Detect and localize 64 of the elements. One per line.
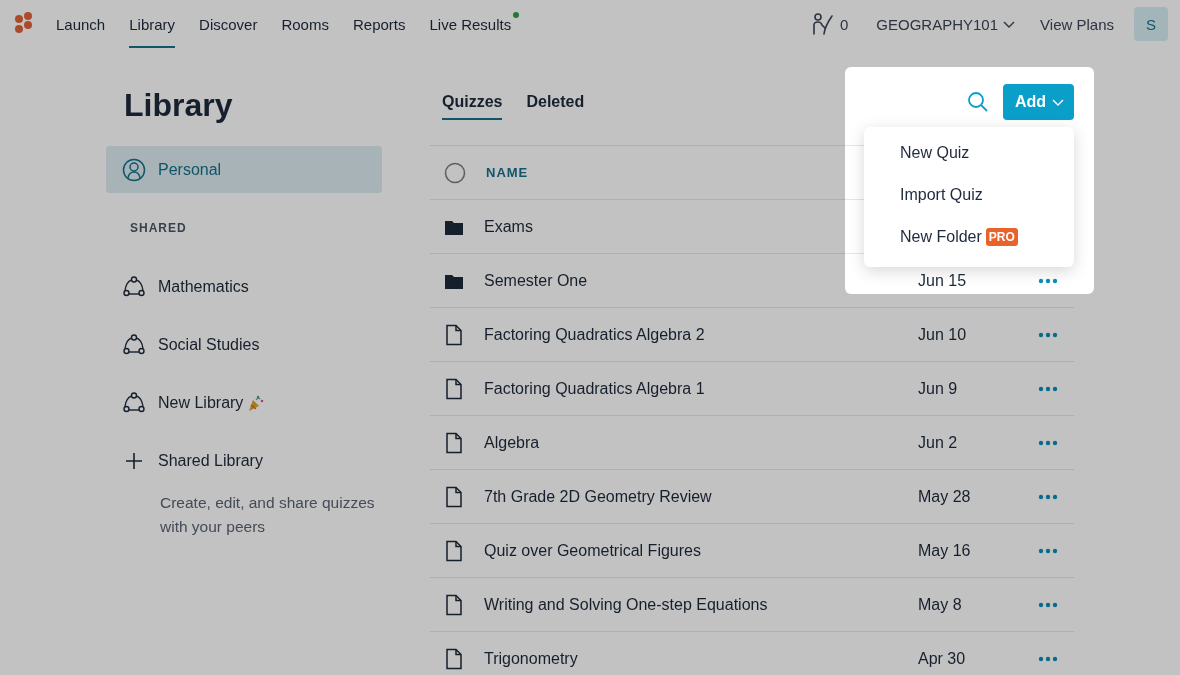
add-shared-library-link[interactable]: Shared Library: [106, 431, 382, 491]
sidebar-item[interactable]: Mathematics: [106, 257, 382, 317]
item-name[interactable]: Writing and Solving One-step Equations: [484, 595, 918, 614]
menu-item[interactable]: New Quiz: [864, 132, 1074, 174]
date-cell-text: Jun 15: [918, 271, 968, 290]
item-name[interactable]: Quiz over Geometrical Figures: [484, 541, 918, 560]
hand-count: 0: [840, 15, 849, 33]
more-icon[interactable]: [1038, 277, 1058, 284]
menu-item[interactable]: New Folder PRO: [864, 216, 1074, 258]
document-icon: [444, 431, 464, 454]
hint-text: Create, edit, and share quizzes with your peers: [160, 493, 376, 537]
pro-badge: PRO: [985, 228, 1018, 246]
sidebar-item[interactable]: Social Studies: [106, 315, 382, 375]
date-cell-text: May 28: [918, 487, 972, 506]
chevron-down-icon: [1002, 19, 1017, 29]
person-icon: [122, 157, 146, 182]
search-icon[interactable]: [966, 91, 989, 113]
date-cell-text: May 8: [918, 595, 963, 614]
more-icon[interactable]: [1038, 601, 1058, 608]
nav-tab[interactable]: Live Results: [429, 0, 512, 48]
more-icon[interactable]: [1038, 493, 1058, 500]
date-cell-text: Jun 9: [918, 379, 959, 398]
user-avatar[interactable]: S: [1134, 7, 1168, 41]
item-name[interactable]: Semester One: [484, 271, 918, 290]
shared-library-icon: [122, 333, 146, 357]
date-cell-text: Jun 2: [918, 433, 959, 452]
document-icon: [444, 323, 464, 346]
more-icon[interactable]: [1038, 655, 1058, 662]
date-cell-text: Apr 30: [918, 649, 967, 668]
item-name[interactable]: Algebra: [484, 433, 918, 452]
more-icon[interactable]: [1038, 331, 1058, 338]
document-icon: [444, 485, 464, 508]
hand-raise-icon: [812, 12, 834, 36]
more-icon[interactable]: [1038, 385, 1058, 392]
document-icon: [444, 593, 464, 616]
nav-tab[interactable]: Library: [129, 0, 176, 48]
sidebar-item[interactable]: Personal: [106, 146, 382, 193]
nav-tab[interactable]: Reports: [352, 0, 406, 48]
shared-library-icon: [122, 391, 146, 415]
nav-tab[interactable]: Discover: [199, 0, 258, 48]
date-cell-text: Jun 10: [918, 325, 968, 344]
shared-library-icon: [122, 275, 146, 299]
class-selector[interactable]: GEOGRAPHY101: [876, 15, 1017, 33]
document-icon: [444, 647, 464, 670]
document-icon: [444, 539, 464, 562]
section-heading: SHARED: [130, 221, 188, 235]
item-name[interactable]: Factoring Quadratics Algebra 2: [484, 325, 918, 344]
item-name[interactable]: Factoring Quadratics Algebra 1: [484, 379, 918, 398]
nav-tab[interactable]: Launch: [56, 0, 106, 48]
sidebar-item[interactable]: New Library: [106, 373, 382, 433]
nav-tab[interactable]: Rooms: [281, 0, 329, 48]
select-all-checkbox[interactable]: [444, 161, 466, 184]
date-cell-text: May 16: [918, 541, 972, 560]
item-name[interactable]: Trigonometry: [484, 649, 918, 668]
chevron-down-icon: [1052, 98, 1064, 106]
tab[interactable]: Quizzes: [442, 84, 503, 120]
item-name[interactable]: 7th Grade 2D Geometry Review: [484, 487, 918, 506]
tab[interactable]: Deleted: [526, 84, 585, 120]
page-title: Library: [124, 86, 234, 124]
view-plans-link[interactable]: View Plans: [1040, 15, 1114, 33]
document-icon: [444, 377, 464, 400]
menu-item[interactable]: Import Quiz: [864, 174, 1074, 216]
more-icon[interactable]: [1038, 439, 1058, 446]
more-icon[interactable]: [1038, 547, 1058, 554]
